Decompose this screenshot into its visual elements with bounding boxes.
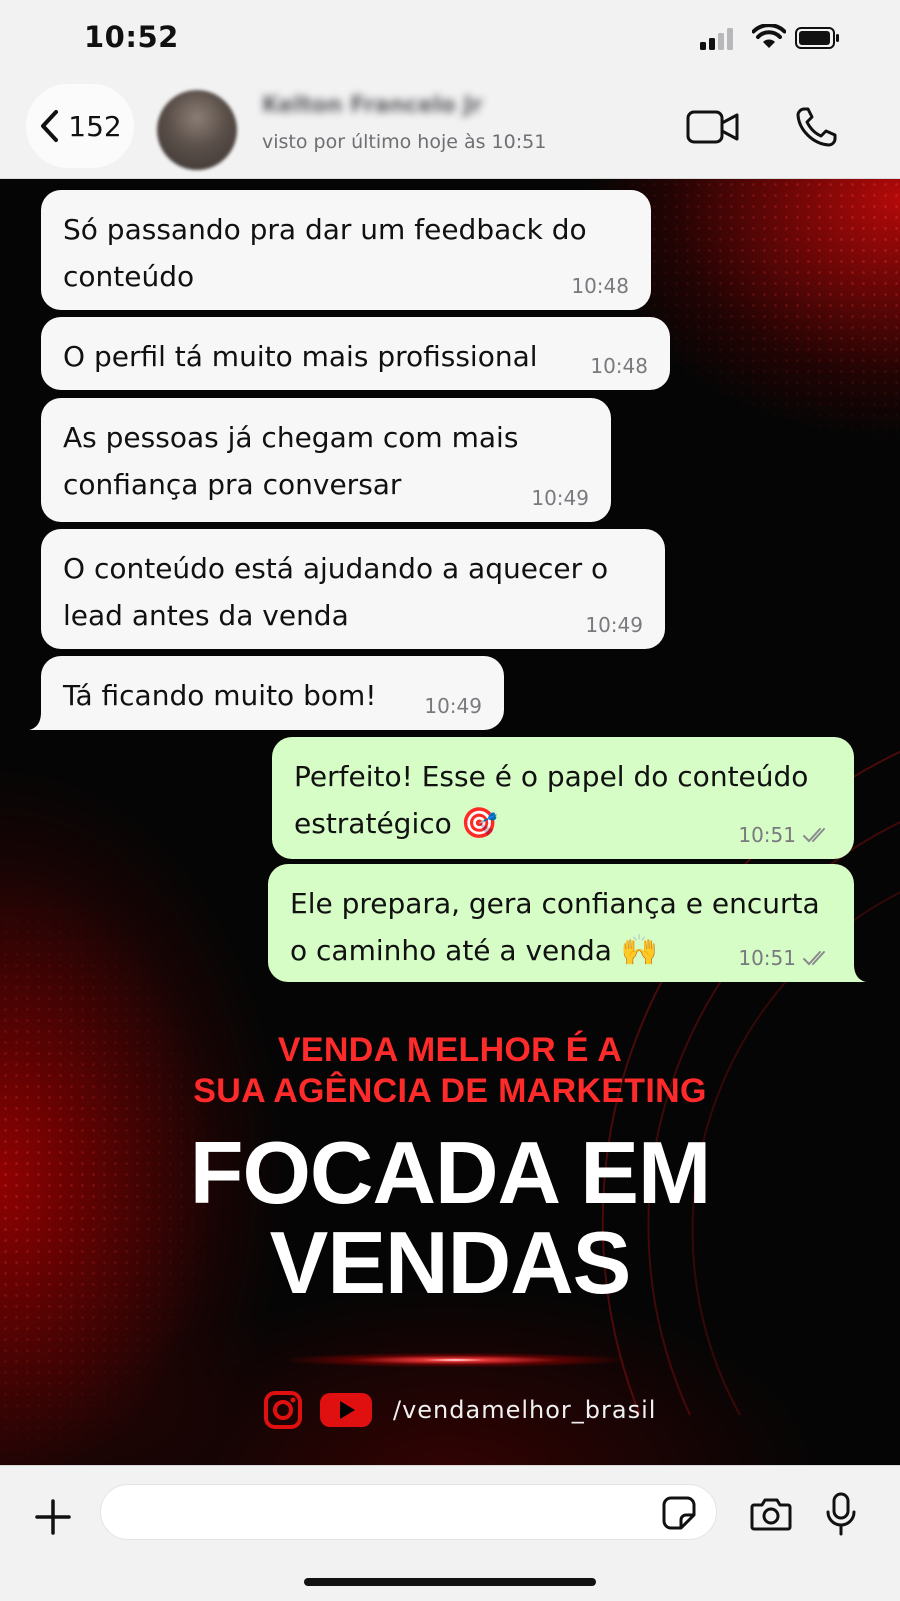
last-seen-status: visto por último hoje às 10:51 [262, 131, 547, 153]
promo-headline-line2: VENDAS [269, 1213, 632, 1312]
message-time: 10:49 [424, 694, 482, 718]
back-chevron-icon [41, 110, 59, 142]
message-text: O conteúdo está ajudando a aquecer o lea… [63, 552, 609, 632]
youtube-icon[interactable] [319, 1390, 373, 1430]
social-handle[interactable]: /vendamelhor_brasil [393, 1396, 656, 1424]
cellular-signal-icon [700, 28, 733, 50]
message-time: 10:51 [738, 823, 796, 847]
incoming-message[interactable]: O conteúdo está ajudando a aquecer o lea… [41, 529, 665, 649]
incoming-message[interactable]: Tá ficando muito bom! 10:49 [29, 656, 504, 730]
message-text: Só passando pra dar um feedback do conte… [63, 213, 587, 293]
promo-headline-line1: FOCADA EM [189, 1123, 712, 1222]
wifi-icon [752, 24, 786, 48]
sticker-icon[interactable] [662, 1496, 696, 1530]
double-check-icon [803, 828, 825, 843]
unread-count: 152 [68, 109, 122, 143]
message-time: 10:49 [585, 613, 643, 637]
microphone-icon[interactable] [826, 1492, 856, 1536]
promo-tagline-line2: SUA AGÊNCIA DE MARKETING [193, 1072, 707, 1110]
promo-tagline-line1: VENDA MELHOR É A [277, 1031, 623, 1069]
contact-name[interactable]: Kelton Francelo Jr [262, 93, 482, 118]
plus-icon[interactable] [34, 1498, 72, 1536]
video-call-icon[interactable] [686, 110, 740, 144]
message-time: 10:49 [531, 486, 589, 510]
outgoing-message[interactable]: Perfeito! Esse é o papel do conteúdo est… [272, 737, 854, 859]
message-text: Perfeito! Esse é o papel do conteúdo est… [294, 760, 809, 840]
instagram-icon[interactable] [263, 1390, 303, 1430]
social-links: /vendamelhor_brasil [263, 1390, 656, 1430]
message-input-bar [0, 1465, 900, 1601]
light-flare [290, 1353, 620, 1367]
incoming-message[interactable]: O perfil tá muito mais profissional 10:4… [41, 317, 670, 390]
message-text: As pessoas já chegam com mais confiança … [63, 421, 519, 501]
contact-avatar[interactable] [157, 90, 237, 170]
outgoing-message[interactable]: Ele prepara, gera confiança e encurta o … [268, 864, 866, 982]
home-indicator [304, 1578, 596, 1586]
incoming-message[interactable]: Só passando pra dar um feedback do conte… [41, 190, 651, 310]
bubble-tail [842, 960, 866, 982]
message-time-with-status: 10:51 [738, 946, 832, 970]
status-time: 10:52 [84, 20, 179, 54]
message-time: 10:48 [590, 354, 648, 378]
message-time-with-status: 10:51 [738, 823, 832, 847]
message-time: 10:48 [571, 274, 629, 298]
raised-hands-emoji: 🙌 [620, 933, 659, 968]
phone-call-icon[interactable] [795, 106, 839, 148]
incoming-message[interactable]: As pessoas já chegam com mais confiança … [41, 398, 611, 522]
target-emoji: 🎯 [460, 806, 499, 841]
bubble-tail [29, 708, 53, 730]
camera-icon[interactable] [750, 1497, 792, 1531]
chat-header: 10:52 152 Kelton Francelo Jr visto por ú… [0, 0, 900, 179]
battery-icon [795, 27, 839, 49]
message-text: Tá ficando muito bom! [63, 679, 377, 712]
message-field[interactable] [100, 1484, 717, 1540]
back-button[interactable]: 152 [26, 84, 134, 168]
message-time: 10:51 [738, 946, 796, 970]
double-check-icon [803, 951, 825, 966]
message-text: O perfil tá muito mais profissional [63, 340, 538, 373]
message-input[interactable] [101, 1485, 716, 1539]
